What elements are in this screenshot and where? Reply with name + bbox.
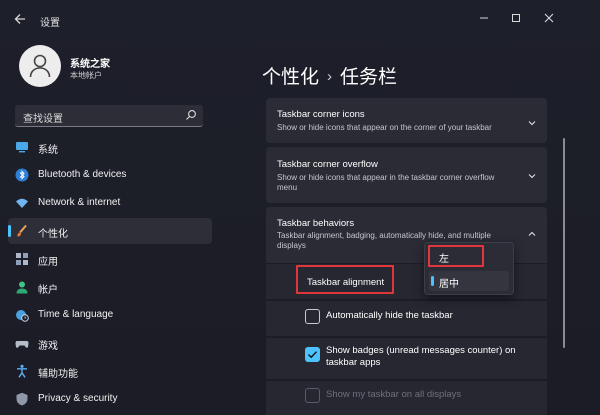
sidebar-item-label: Network & internet bbox=[38, 197, 121, 208]
globe-clock-icon bbox=[16, 310, 29, 322]
breadcrumb-separator: › bbox=[327, 68, 333, 85]
user-avatar-icon bbox=[29, 54, 51, 78]
auto-hide-checkbox[interactable] bbox=[305, 309, 320, 324]
sidebar-item-personalization[interactable]: 个性化 bbox=[8, 218, 212, 244]
sidebar-item-bluetooth[interactable]: Bluetooth & devices bbox=[8, 162, 212, 188]
shield-icon bbox=[16, 392, 28, 406]
taskbar-corner-icons-card[interactable]: Taskbar corner icons Show or hide icons … bbox=[266, 98, 547, 143]
avatar[interactable] bbox=[19, 45, 61, 87]
show-all-displays-checkbox bbox=[305, 388, 320, 403]
brush-icon bbox=[17, 224, 27, 237]
close-button[interactable] bbox=[539, 9, 559, 27]
sidebar-item-network[interactable]: Network & internet bbox=[8, 190, 212, 216]
card-title: Taskbar behaviors bbox=[277, 218, 355, 229]
sidebar-item-privacy[interactable]: Privacy & security bbox=[8, 386, 212, 412]
breadcrumb: 个性化 › 任务栏 bbox=[262, 62, 397, 89]
account-type: 本地帐户 bbox=[70, 71, 102, 80]
wifi-icon bbox=[16, 198, 28, 208]
auto-hide-label: Automatically hide the taskbar bbox=[326, 310, 453, 321]
chevron-down-icon[interactable] bbox=[527, 118, 537, 128]
sidebar-item-label: Bluetooth & devices bbox=[38, 169, 127, 180]
chevron-up-icon[interactable] bbox=[527, 229, 537, 239]
maximize-icon bbox=[512, 14, 520, 22]
sidebar-item-label: 个性化 bbox=[38, 229, 68, 240]
gamepad-icon bbox=[15, 341, 29, 348]
alignment-option-center[interactable]: 居中 bbox=[429, 271, 509, 291]
card-description: Show or hide icons that appear in the ta… bbox=[277, 173, 495, 192]
sidebar-item-accounts[interactable]: 帐户 bbox=[8, 274, 212, 300]
title-bar: 设置 bbox=[0, 0, 600, 36]
minimize-icon bbox=[480, 17, 488, 19]
sidebar-item-label: Privacy & security bbox=[38, 393, 118, 404]
sidebar-item-apps[interactable]: 应用 bbox=[8, 246, 212, 272]
user-name: 系统之家 bbox=[70, 59, 110, 70]
option-label: 居中 bbox=[439, 279, 459, 290]
sidebar-item-accessibility[interactable]: 辅助功能 bbox=[8, 358, 212, 384]
sidebar-item-system[interactable]: 系统 bbox=[8, 134, 212, 160]
show-all-displays-label: Show my taskbar on all displays bbox=[326, 389, 462, 400]
alignment-label-highlight bbox=[296, 265, 394, 294]
card-title: Taskbar corner icons bbox=[277, 109, 365, 120]
monitor-icon bbox=[16, 142, 28, 153]
sidebar-item-time-language[interactable]: Time & language bbox=[8, 302, 212, 328]
search-icon bbox=[186, 110, 196, 120]
breadcrumb-parent[interactable]: 个性化 bbox=[262, 67, 319, 88]
chevron-down-icon[interactable] bbox=[527, 171, 537, 181]
accessibility-icon bbox=[17, 364, 27, 378]
search-placeholder: 查找设置 bbox=[23, 114, 63, 125]
back-button[interactable] bbox=[11, 10, 29, 28]
card-title: Taskbar corner overflow bbox=[277, 159, 378, 170]
minimize-button[interactable] bbox=[474, 9, 494, 27]
sidebar-item-label: 应用 bbox=[38, 257, 58, 268]
sidebar-item-label: 帐户 bbox=[38, 285, 58, 296]
checkmark-icon bbox=[308, 351, 318, 359]
show-badges-checkbox[interactable] bbox=[305, 347, 320, 362]
sidebar-item-label: Time & language bbox=[38, 309, 114, 320]
option-left-highlight bbox=[428, 245, 484, 267]
sidebar-item-label: 游戏 bbox=[38, 341, 58, 352]
search-input[interactable]: 查找设置 bbox=[15, 105, 203, 127]
maximize-button[interactable] bbox=[506, 9, 526, 27]
back-arrow-icon bbox=[14, 14, 25, 24]
sidebar-item-label: 辅助功能 bbox=[38, 369, 78, 380]
person-icon bbox=[16, 281, 28, 294]
sidebar-item-label: 系统 bbox=[38, 145, 58, 156]
sidebar-item-gaming[interactable]: 游戏 bbox=[8, 330, 212, 356]
active-indicator bbox=[8, 225, 11, 237]
bluetooth-icon bbox=[15, 168, 29, 182]
apps-icon bbox=[16, 253, 28, 265]
page-title: 任务栏 bbox=[340, 67, 398, 88]
show-badges-label: Show badges (unread messages counter) on… bbox=[326, 345, 516, 368]
settings-window: 设置 系统之家 本地帐户 查找设置 系统 Bluetooth & devices… bbox=[0, 0, 600, 415]
selected-indicator bbox=[431, 276, 434, 286]
scrollbar[interactable] bbox=[563, 138, 565, 348]
taskbar-corner-overflow-card[interactable]: Taskbar corner overflow Show or hide ico… bbox=[266, 147, 547, 203]
window-title: 设置 bbox=[40, 18, 60, 29]
close-icon bbox=[544, 13, 554, 23]
card-description: Show or hide icons that appear on the co… bbox=[277, 123, 492, 132]
